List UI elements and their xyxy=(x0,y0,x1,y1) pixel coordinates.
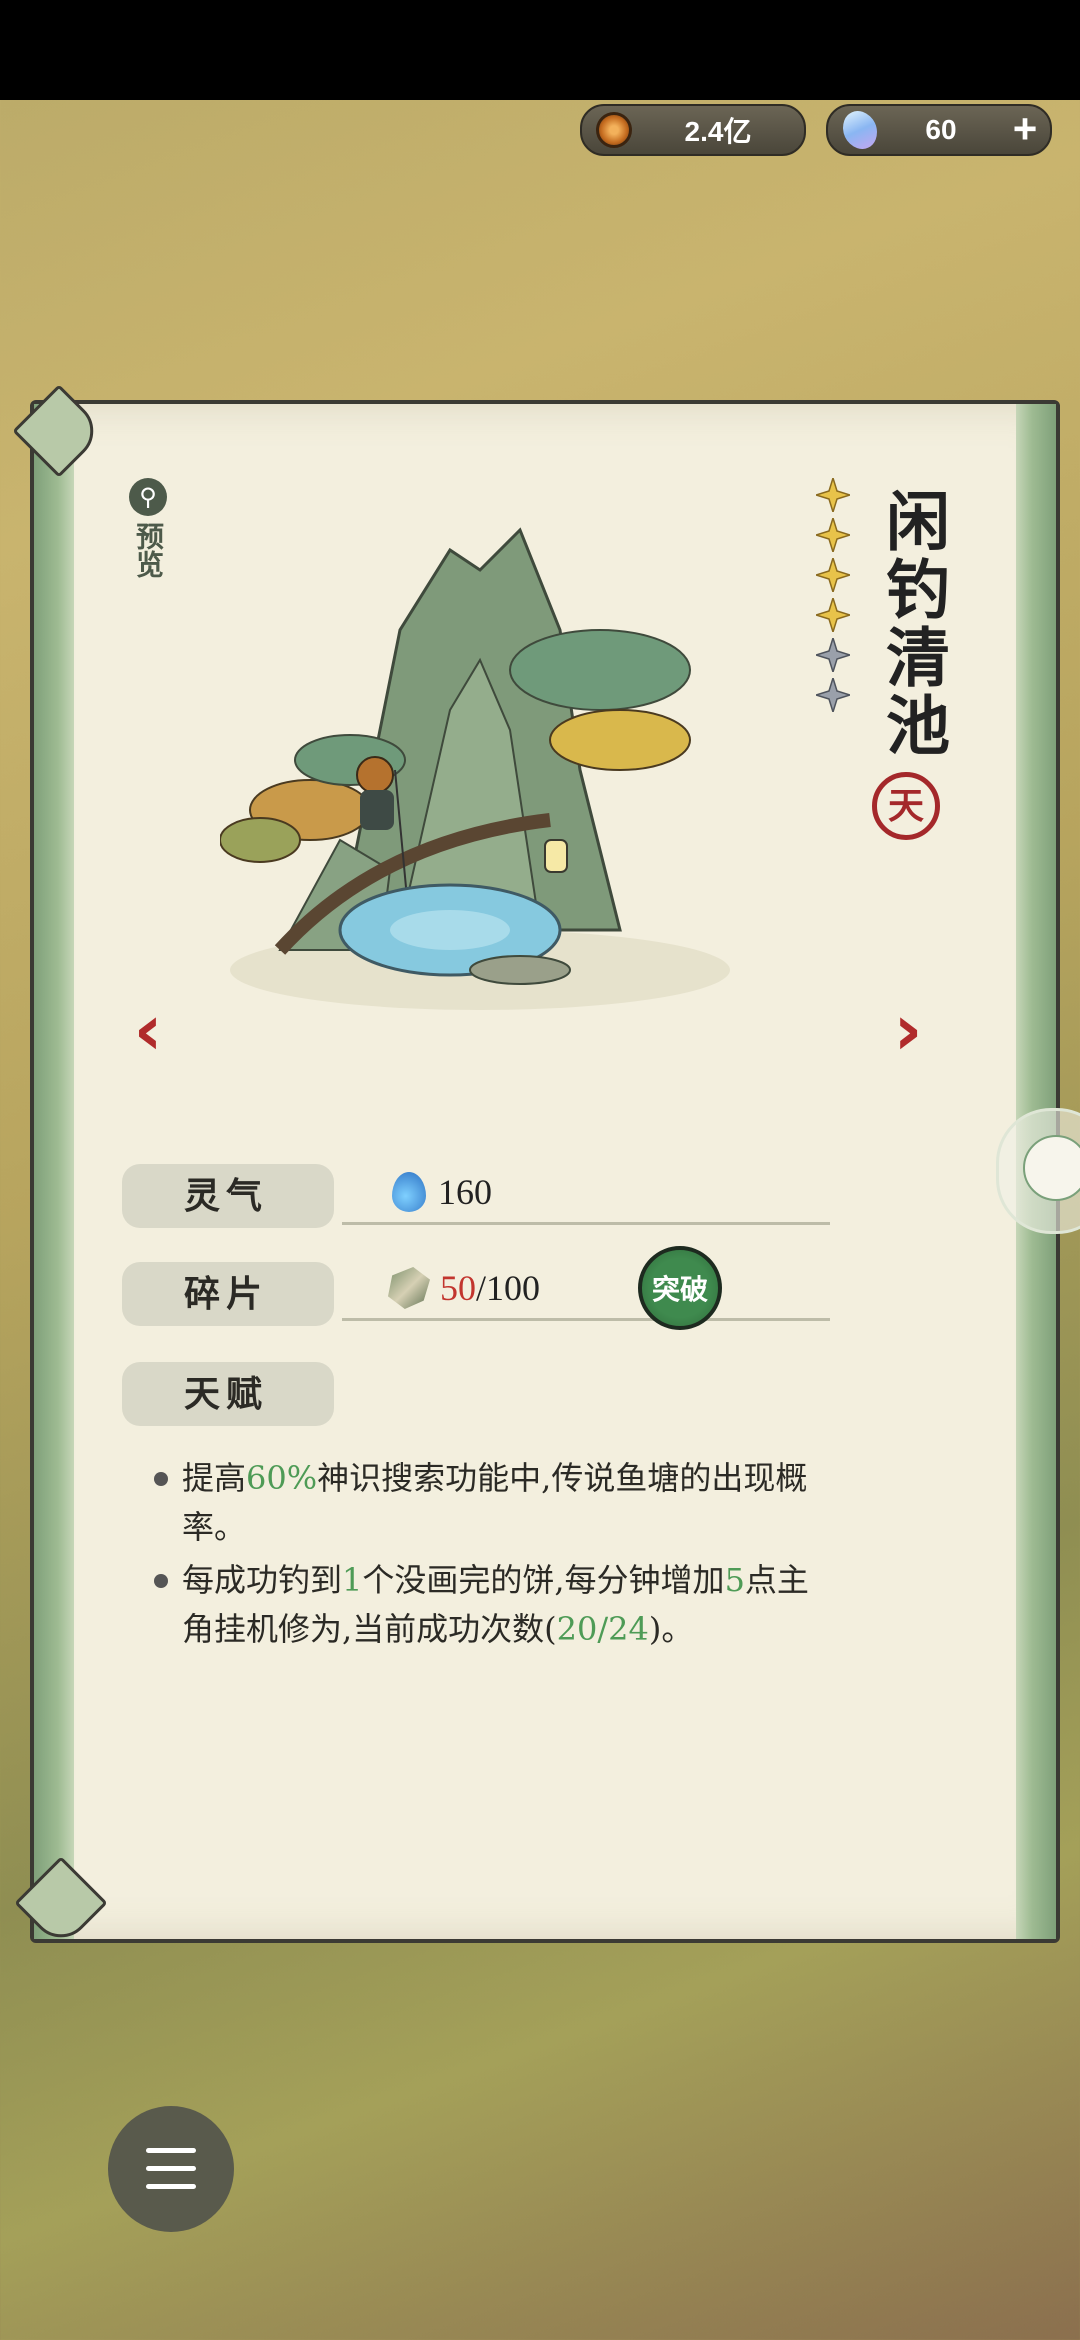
menu-button[interactable] xyxy=(108,2106,234,2232)
prev-card-button[interactable]: ‹ xyxy=(118,995,178,1065)
coin-counter[interactable]: 2.4亿 xyxy=(580,104,806,156)
status-bar xyxy=(0,0,1080,100)
fragments-current: 50 xyxy=(440,1268,476,1308)
star-empty-icon xyxy=(816,638,850,672)
spirit-crystal-icon xyxy=(836,106,884,154)
bullet-icon xyxy=(154,1574,168,1588)
star-filled-icon xyxy=(816,598,850,632)
bullet-icon xyxy=(154,1472,168,1486)
coin-value: 2.4亿 xyxy=(684,116,752,147)
landscape-artwork xyxy=(220,527,730,1010)
card-title: 闲钓清池 xyxy=(875,488,950,760)
gem-counter[interactable]: 60 + xyxy=(826,104,1052,156)
floating-assistant-button[interactable] xyxy=(996,1108,1080,1234)
water-drop-icon xyxy=(392,1172,426,1212)
star-filled-icon xyxy=(816,478,850,512)
gamepad-icon xyxy=(1023,1135,1080,1201)
fragments-label: 碎片 xyxy=(122,1262,334,1326)
menu-icon xyxy=(146,2148,196,2153)
next-card-button[interactable]: › xyxy=(878,995,938,1065)
spirit-label: 灵气 xyxy=(122,1164,334,1228)
spirit-row: 160 xyxy=(342,1162,830,1225)
fragments-total: /100 xyxy=(476,1268,541,1308)
spirit-value: 160 xyxy=(438,1172,492,1212)
talent-label: 天赋 xyxy=(122,1362,334,1426)
breakthrough-button[interactable]: 突破 xyxy=(638,1246,722,1330)
talent-item: 提高60%神识搜索功能中,传说鱼塘的出现概率。 xyxy=(154,1454,834,1552)
star-filled-icon xyxy=(816,518,850,552)
rank-seal: 天 xyxy=(872,772,940,840)
preview-button[interactable]: ⚲ 预览 xyxy=(128,478,168,578)
star-filled-icon xyxy=(816,558,850,592)
talent-item: 每成功钓到1个没画完的饼,每分钟增加5点主角挂机修为,当前成功次数(20/24)… xyxy=(154,1556,834,1654)
talent-list: 提高60%神识搜索功能中,传说鱼塘的出现概率。 每成功钓到1个没画完的饼,每分钟… xyxy=(154,1454,834,1658)
gem-value: 60 xyxy=(925,114,957,145)
preview-label: 预览 xyxy=(132,522,165,578)
add-gems-button[interactable]: + xyxy=(1004,108,1046,151)
copper-coin-icon xyxy=(596,112,632,148)
star-rating xyxy=(816,478,856,718)
magnifier-icon: ⚲ xyxy=(129,478,167,516)
fragments-row: 50/100 xyxy=(342,1258,830,1321)
fragment-icon xyxy=(388,1267,430,1309)
star-empty-icon xyxy=(816,678,850,712)
